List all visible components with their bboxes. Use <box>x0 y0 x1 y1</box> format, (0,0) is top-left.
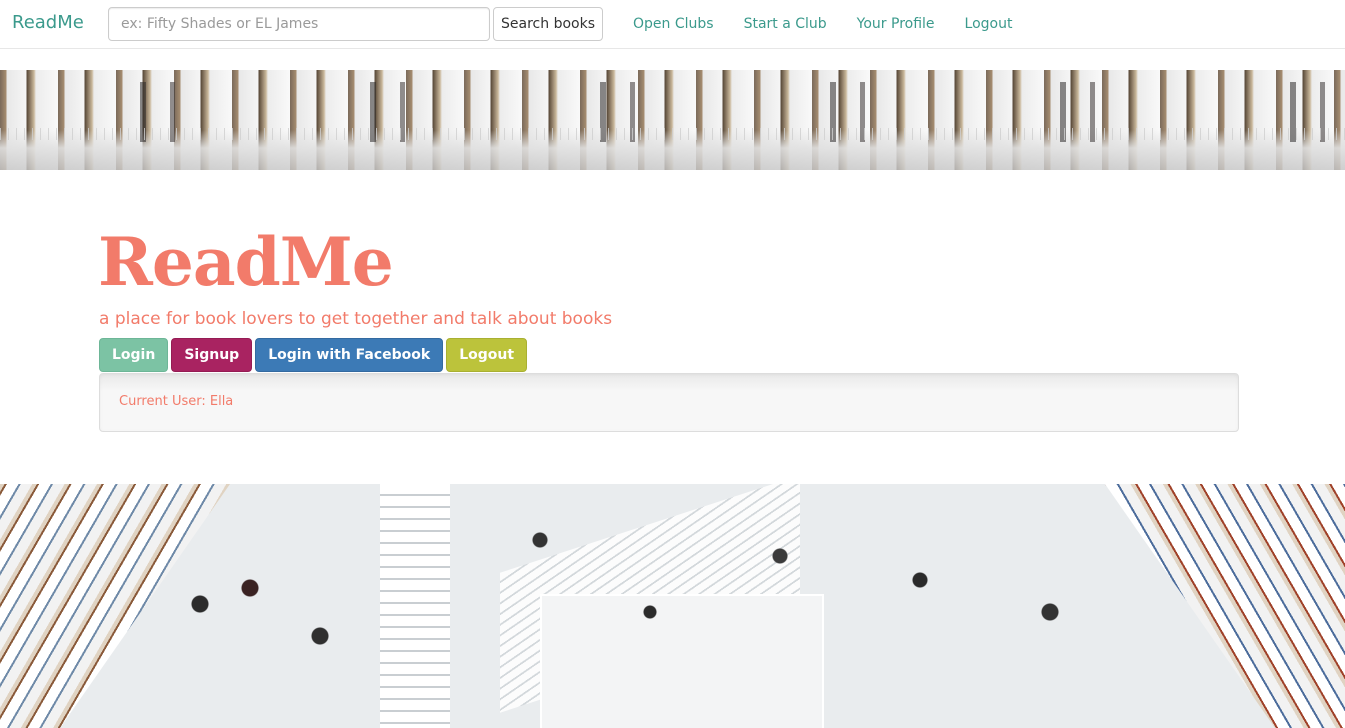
login-button[interactable]: Login <box>99 338 169 372</box>
logout-button[interactable]: Logout <box>446 338 528 372</box>
brand-link[interactable]: ReadMe <box>12 12 84 33</box>
visitors <box>170 524 1170 684</box>
auth-button-group: Login Signup Login with Facebook Logout <box>99 338 528 372</box>
current-user-text: Current User: Ella <box>119 394 234 409</box>
signup-button[interactable]: Signup <box>171 338 253 372</box>
search-input[interactable] <box>108 7 490 41</box>
current-user-panel: Current User: Ella <box>99 373 1239 432</box>
library-banner-bottom-image <box>0 484 1345 728</box>
tagline: a place for book lovers to get together … <box>99 309 613 329</box>
library-banner-top-image <box>0 70 1345 170</box>
search-books-button[interactable]: Search books <box>493 7 603 41</box>
nav-link-your-profile[interactable]: Your Profile <box>842 0 950 49</box>
page-title: ReadMe <box>98 223 394 301</box>
nav-link-start-club[interactable]: Start a Club <box>729 0 842 49</box>
banner-railing <box>0 128 1345 140</box>
nav-link-logout[interactable]: Logout <box>950 0 1028 49</box>
nav-links: Open Clubs Start a Club Your Profile Log… <box>618 0 1027 49</box>
navbar: ReadMe Search books Open Clubs Start a C… <box>0 0 1345 49</box>
nav-link-open-clubs[interactable]: Open Clubs <box>618 0 729 49</box>
login-with-facebook-button[interactable]: Login with Facebook <box>255 338 444 372</box>
